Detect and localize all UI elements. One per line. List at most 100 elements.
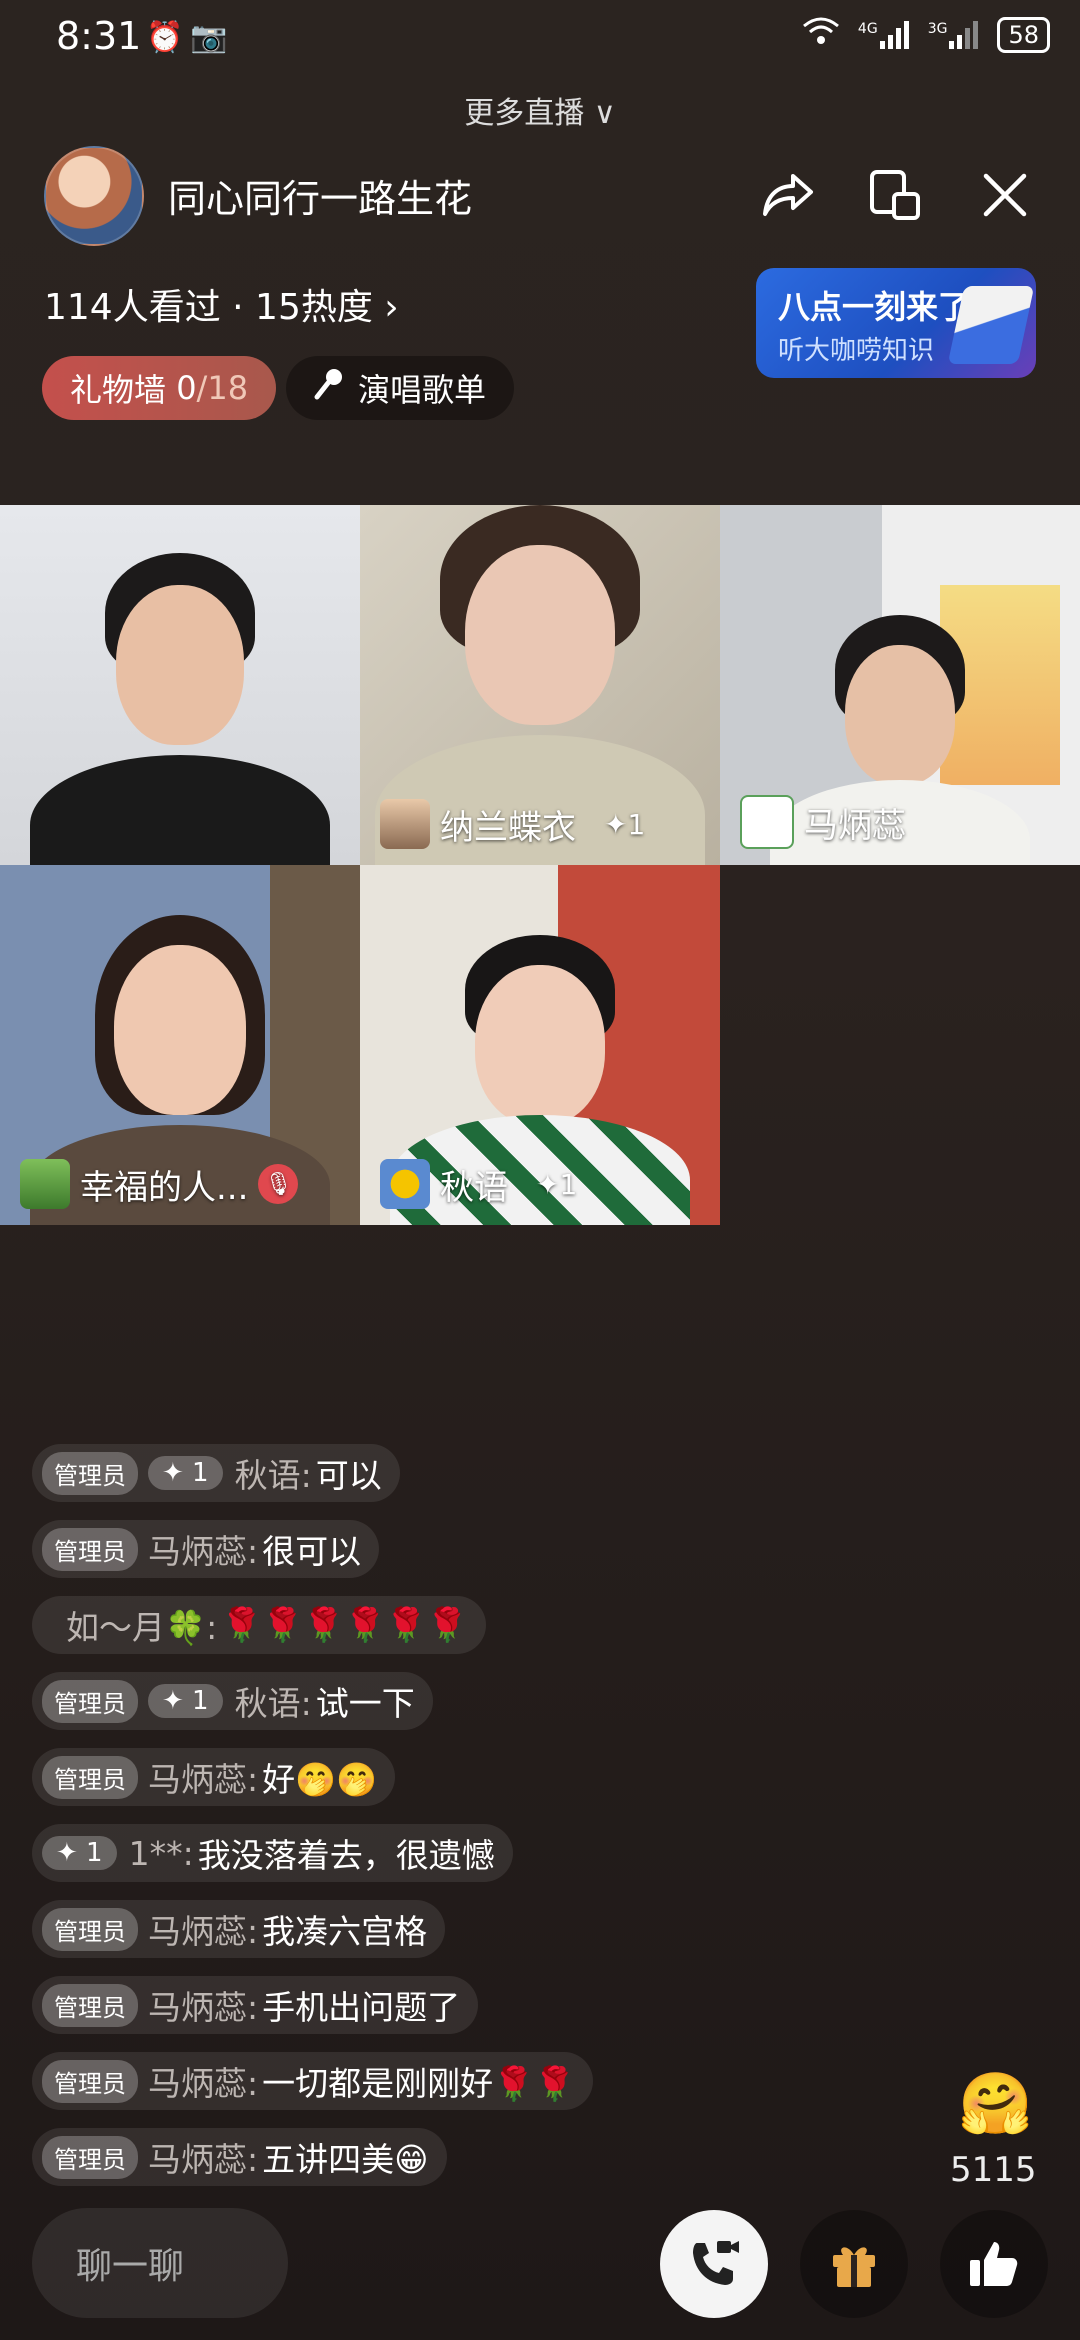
comment-username[interactable]: 如～月🍀: (66, 1601, 217, 1649)
tile-name: 幸福的人... (80, 1167, 249, 1208)
admin-badge: 管理员 (42, 1983, 138, 2027)
wifi-icon (802, 16, 840, 53)
promo-title: 八点一刻来了 (778, 288, 971, 326)
picture-in-picture-icon (870, 170, 920, 220)
tile-label: 幸福的人... 🎙 (20, 1159, 299, 1209)
like-button[interactable] (940, 2210, 1048, 2318)
comment-text: 很可以 (262, 1532, 362, 1571)
tile-avatar (380, 799, 430, 849)
tile-plus-badge: ✦1 (536, 1167, 578, 1201)
share-icon (763, 174, 813, 216)
status-time: 8:31 (56, 14, 142, 58)
admin-badge: 管理员 (42, 1527, 138, 1571)
tile-avatar (20, 1159, 70, 1209)
tile-person-face (845, 645, 955, 785)
viewer-stats[interactable]: 114人看过 · 15热度 › (44, 278, 399, 330)
tile-name: 纳兰蝶衣 (440, 807, 576, 848)
video-tile-5[interactable]: 秋语 ✦1 (360, 865, 720, 1225)
signal-3g-icon: 3G (927, 20, 980, 49)
comment-item[interactable]: ✦ 1 1**: 我没落着去，很遗憾 (32, 1824, 513, 1882)
comment-username[interactable]: 马炳蕊: (148, 2133, 258, 2181)
share-button[interactable] (752, 160, 822, 230)
tile-person-face (465, 545, 615, 725)
admin-badge: 管理员 (42, 2135, 138, 2179)
network-3g-label: 3G (927, 20, 948, 37)
promo-artwork (947, 286, 1035, 364)
comment-text: 试一下 (315, 1684, 415, 1723)
promo-subtitle: 听大咖唠知识 (778, 336, 935, 366)
comment-text: 🌹🌹🌹🌹🌹🌹 (221, 1605, 468, 1644)
promo-banner[interactable]: 八点一刻来了 听大咖唠知识 (756, 268, 1036, 378)
comment-username[interactable]: 马炳蕊: (148, 1753, 258, 1801)
video-tile-3[interactable]: 马炳蕊 (720, 505, 1080, 865)
admin-badge: 管理员 (42, 1679, 138, 1723)
tile-person-face (475, 965, 605, 1125)
song-list-button[interactable]: 演唱歌单 (286, 356, 515, 420)
signal-4g-icon: 4G (857, 20, 910, 49)
video-call-button[interactable] (660, 2210, 768, 2318)
comment-text: 我没落着去，很遗憾 (197, 1836, 495, 1875)
microphone-icon (314, 367, 344, 409)
tile-avatar (380, 1159, 430, 1209)
float-window-button[interactable] (860, 160, 930, 230)
thumbs-up-icon (970, 2242, 1018, 2286)
comment-item[interactable]: 如～月🍀: 🌹🌹🌹🌹🌹🌹 (32, 1596, 486, 1654)
admin-badge: 管理员 (42, 1907, 138, 1951)
comment-text: 可以 (315, 1456, 382, 1495)
admin-badge: 管理员 (42, 2059, 138, 2103)
comment-username[interactable]: 马炳蕊: (148, 2057, 258, 2105)
camera-icon: 📷 (190, 20, 228, 55)
gift-wall-label: 礼物墙 (70, 371, 167, 409)
gift-wall-count: 0 (176, 369, 197, 407)
comment-username[interactable]: 1**: (129, 1834, 194, 1873)
comment-item[interactable]: 管理员 马炳蕊: 好🤭🤭 (32, 1748, 396, 1806)
tile-name: 秋语 (440, 1167, 508, 1208)
more-live-dropdown[interactable]: 更多直播 ∨ (0, 88, 1080, 132)
video-tile-2[interactable]: 纳兰蝶衣 ✦1 (360, 505, 720, 865)
song-list-label: 演唱歌单 (358, 371, 487, 409)
tile-person-face (114, 945, 246, 1115)
comment-text: 好🤭🤭 (262, 1760, 378, 1799)
status-icons: 4G 3G 58 (802, 16, 1050, 53)
admin-badge: 管理员 (42, 1451, 138, 1495)
alarm-icon: ⏰ (146, 20, 184, 55)
comment-text: 五讲四美😁 (262, 2140, 429, 2179)
comment-username[interactable]: 马炳蕊: (148, 1905, 258, 1953)
close-button[interactable] (970, 160, 1040, 230)
host-avatar[interactable] (44, 146, 144, 246)
comment-item[interactable]: 管理员 ✦ 1 秋语: 试一下 (32, 1672, 433, 1730)
comment-item[interactable]: 管理员 ✦ 1 秋语: 可以 (32, 1444, 400, 1502)
comment-username[interactable]: 马炳蕊: (148, 1525, 258, 1573)
battery-indicator: 58 (997, 16, 1050, 53)
video-tile-1[interactable] (0, 505, 360, 865)
comment-username[interactable]: 秋语: (235, 1449, 312, 1497)
gift-button[interactable] (800, 2210, 908, 2318)
tile-label: 纳兰蝶衣 ✦1 (380, 799, 645, 849)
level-badge: ✦ 1 (42, 1836, 117, 1870)
tile-avatar (740, 795, 794, 849)
level-badge: ✦ 1 (148, 1684, 223, 1718)
gift-wall-button[interactable]: 礼物墙 0/18 (42, 356, 277, 420)
comment-item[interactable]: 管理员 马炳蕊: 一切都是刚刚好🌹🌹 (32, 2052, 594, 2110)
comment-text: 手机出问题了 (262, 1988, 461, 2027)
comment-item[interactable]: 管理员 马炳蕊: 五讲四美😁 (32, 2128, 447, 2186)
gift-wall-total: /18 (196, 369, 249, 407)
level-badge: ✦ 1 (148, 1456, 223, 1490)
comment-item[interactable]: 管理员 马炳蕊: 手机出问题了 (32, 1976, 479, 2034)
network-4g-label: 4G (857, 20, 878, 37)
chat-input[interactable]: 聊一聊 (32, 2208, 288, 2318)
room-title: 同心同行一路生花 (168, 177, 473, 221)
comment-item[interactable]: 管理员 马炳蕊: 很可以 (32, 1520, 380, 1578)
tile-label: 秋语 ✦1 (380, 1159, 577, 1209)
comment-item[interactable]: 管理员 马炳蕊: 我凑六宫格 (32, 1900, 446, 1958)
close-icon (983, 173, 1027, 217)
like-count: 5115 (950, 2150, 1037, 2190)
tile-plus-badge: ✦1 (604, 807, 646, 841)
phone-video-icon (693, 2241, 739, 2285)
like-animation-icon: 🤗 (958, 2069, 1033, 2139)
comment-username[interactable]: 马炳蕊: (148, 1981, 258, 2029)
comment-text: 一切都是刚刚好🌹🌹 (262, 2064, 576, 2103)
video-tile-4[interactable]: 幸福的人... 🎙 (0, 865, 360, 1225)
comment-username[interactable]: 秋语: (235, 1677, 312, 1725)
gift-icon (833, 2247, 875, 2287)
